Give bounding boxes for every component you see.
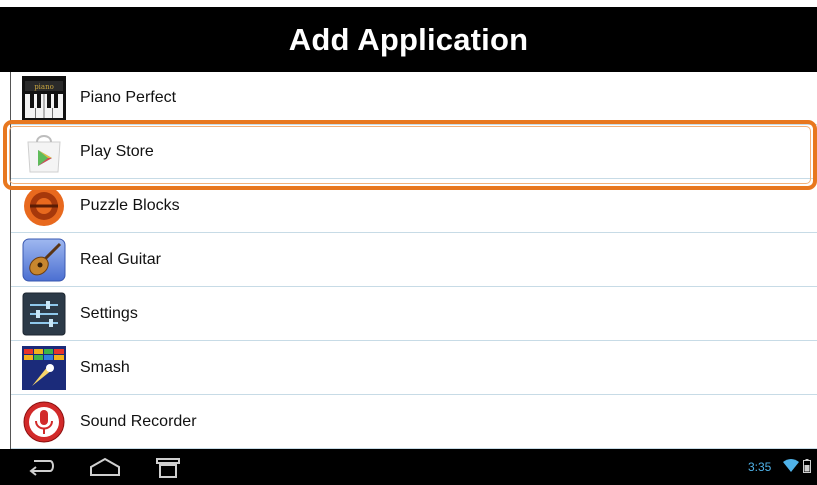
recent-apps-icon[interactable] bbox=[153, 455, 183, 479]
title-bar: Add Application bbox=[0, 7, 817, 72]
clock: 3:35 bbox=[748, 460, 772, 474]
list-item-label: Real Guitar bbox=[80, 251, 161, 268]
smash-icon bbox=[22, 346, 66, 390]
battery-icon bbox=[803, 459, 811, 478]
list-item-play-store[interactable]: Play Store bbox=[11, 126, 817, 179]
app-list[interactable]: piano Piano Perfect Play Store Puzzle Bl… bbox=[10, 72, 817, 449]
home-icon[interactable] bbox=[88, 455, 122, 479]
settings-icon bbox=[22, 292, 66, 336]
list-item-real-guitar[interactable]: Real Guitar bbox=[11, 234, 817, 287]
microphone-icon bbox=[22, 400, 66, 444]
list-item-label: Piano Perfect bbox=[80, 89, 177, 106]
list-item-sound-recorder[interactable]: Sound Recorder bbox=[11, 396, 817, 449]
list-item-label: Sound Recorder bbox=[80, 413, 197, 430]
list-item-piano-perfect[interactable]: piano Piano Perfect bbox=[11, 72, 817, 125]
top-strip bbox=[0, 0, 817, 7]
piano-icon: piano bbox=[22, 76, 66, 120]
play-store-icon bbox=[22, 130, 66, 174]
guitar-icon bbox=[22, 238, 66, 282]
list-item-settings[interactable]: Settings bbox=[11, 288, 817, 341]
list-item-label: Settings bbox=[80, 305, 138, 322]
back-icon[interactable] bbox=[26, 455, 56, 479]
puzzle-blocks-icon bbox=[22, 184, 66, 228]
list-item-label: Smash bbox=[80, 359, 130, 376]
page-title: Add Application bbox=[288, 21, 529, 57]
navigation-bar: 3:35 bbox=[0, 449, 817, 485]
list-item-smash[interactable]: Smash bbox=[11, 342, 817, 395]
list-item-puzzle-blocks[interactable]: Puzzle Blocks bbox=[11, 180, 817, 233]
list-item-label: Puzzle Blocks bbox=[80, 197, 180, 214]
svg-text:piano: piano bbox=[34, 83, 54, 91]
wifi-icon bbox=[783, 459, 799, 478]
list-item-label: Play Store bbox=[80, 143, 154, 160]
